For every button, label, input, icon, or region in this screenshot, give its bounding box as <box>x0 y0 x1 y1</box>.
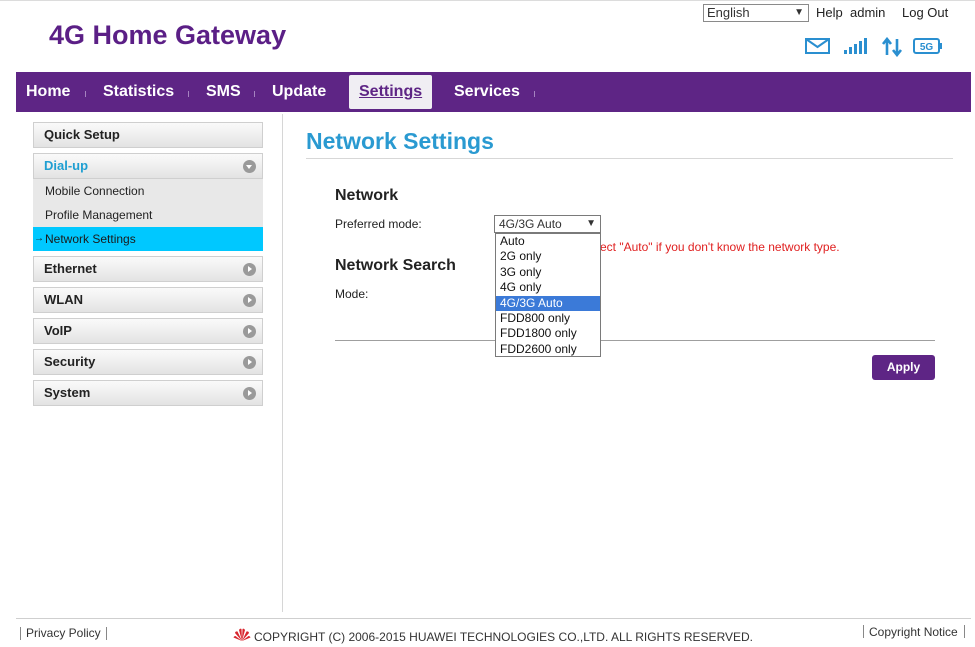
dropdown-option[interactable]: Auto <box>496 234 600 249</box>
nav-services[interactable]: Services <box>454 72 520 112</box>
chevron-down-icon: ▼ <box>586 218 596 229</box>
copyright-text: COPYRIGHT (C) 2006-2015 HUAWEI TECHNOLOG… <box>254 630 754 644</box>
sidebar-item-label: Security <box>44 354 96 369</box>
sidebar-subitem-network-settings[interactable]: Network Settings <box>33 227 263 251</box>
nav-divider <box>85 91 86 97</box>
signal-icon <box>843 37 869 60</box>
nav-update[interactable]: Update <box>272 72 326 112</box>
preferred-mode-dropdown: Auto 2G only 3G only 4G only 4G/3G Auto … <box>495 233 601 357</box>
dropdown-option[interactable]: 2G only <box>496 249 600 264</box>
dropdown-option[interactable]: FDD800 only <box>496 311 600 326</box>
title-rule <box>306 158 953 159</box>
footer-separator <box>863 625 864 638</box>
footer-separator <box>106 627 107 640</box>
top-border <box>0 0 975 1</box>
footer-separator <box>964 625 965 638</box>
apply-button[interactable]: Apply <box>872 355 935 380</box>
nav-divider <box>188 91 189 97</box>
nav-home[interactable]: Home <box>26 72 70 112</box>
sidebar-subitem-mobile-connection[interactable]: Mobile Connection <box>33 179 263 203</box>
sidebar-item-wlan[interactable]: WLAN <box>33 287 263 313</box>
sidebar-item-label: Ethernet <box>44 261 97 276</box>
nav-divider <box>254 91 255 97</box>
logout-link[interactable]: Log Out <box>902 5 948 20</box>
chevron-right-icon <box>243 325 256 338</box>
sidebar-subitem-profile-management[interactable]: Profile Management <box>33 203 263 227</box>
chevron-right-icon <box>243 263 256 276</box>
mail-icon[interactable] <box>805 37 830 60</box>
dropdown-option[interactable]: 3G only <box>496 265 600 280</box>
sidebar-item-label: VoIP <box>44 323 72 338</box>
dropdown-option[interactable]: FDD2600 only <box>496 342 600 357</box>
language-select[interactable]: English ▼ <box>703 4 809 22</box>
nav-settings[interactable]: Settings <box>349 75 433 109</box>
sidebar-item-security[interactable]: Security <box>33 349 263 375</box>
sidebar-item-label: Dial-up <box>44 158 89 173</box>
nav-sms[interactable]: SMS <box>206 72 241 112</box>
language-value: English <box>707 5 750 20</box>
user-link[interactable]: admin <box>850 5 885 20</box>
chevron-down-icon <box>243 160 256 173</box>
sidebar-item-dialup[interactable]: Dial-up <box>33 153 263 179</box>
svg-text:5G: 5G <box>920 42 934 53</box>
network-search-heading: Network Search <box>335 257 456 274</box>
nav-statistics[interactable]: Statistics <box>103 72 174 112</box>
nav-divider <box>534 91 535 97</box>
preferred-mode-value: 4G/3G Auto <box>499 217 562 231</box>
huawei-logo-icon <box>233 628 251 647</box>
copyright-notice-link[interactable]: Copyright Notice <box>869 625 958 639</box>
dropdown-option[interactable]: 4G only <box>496 280 600 295</box>
data-transfer-icon <box>881 36 903 62</box>
preferred-mode-select[interactable]: 4G/3G Auto ▼ <box>494 215 601 233</box>
main-nav: Home Statistics SMS Update Settings Serv… <box>16 72 971 112</box>
preferred-mode-label: Preferred mode: <box>335 217 422 231</box>
sidebar-item-quick-setup[interactable]: Quick Setup <box>33 122 263 148</box>
sidebar-item-system[interactable]: System <box>33 380 263 406</box>
sidebar-item-label: WLAN <box>44 292 83 307</box>
page-title: Network Settings <box>306 128 494 154</box>
sidebar-item-label: System <box>44 385 91 400</box>
footer-rule <box>16 618 971 619</box>
sidebar-item-ethernet[interactable]: Ethernet <box>33 256 263 282</box>
privacy-policy-link[interactable]: Privacy Policy <box>26 626 101 640</box>
dropdown-option-selected[interactable]: 4G/3G Auto <box>496 295 600 311</box>
dropdown-option[interactable]: FDD1800 only <box>496 326 600 341</box>
network-type-hint: ect "Auto" if you don't know the network… <box>600 240 840 254</box>
chevron-right-icon <box>243 294 256 307</box>
5g-icon: 5G <box>913 37 943 62</box>
brand-title: 4G Home Gateway <box>49 20 287 50</box>
footer-separator <box>20 627 21 640</box>
chevron-right-icon <box>243 387 256 400</box>
help-link[interactable]: Help <box>816 5 843 20</box>
form-divider <box>335 340 935 341</box>
chevron-down-icon: ▼ <box>794 7 804 18</box>
mode-label: Mode: <box>335 287 369 301</box>
content-divider <box>282 114 283 612</box>
sidebar-item-label: Quick Setup <box>44 127 120 142</box>
chevron-right-icon <box>243 356 256 369</box>
network-heading: Network <box>335 187 399 204</box>
sidebar-item-voip[interactable]: VoIP <box>33 318 263 344</box>
